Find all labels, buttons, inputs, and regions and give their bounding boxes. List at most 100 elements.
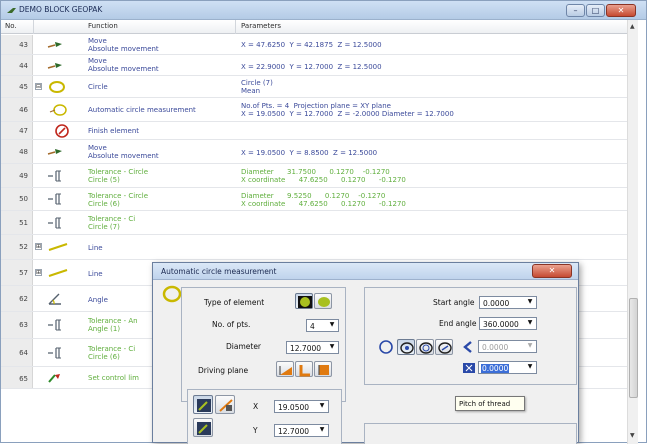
column-parameters[interactable]: Parameters <box>241 22 281 30</box>
expand-toggle[interactable]: ⊞ <box>35 268 42 276</box>
row-number: 52 <box>19 243 28 251</box>
line-icon <box>48 243 68 251</box>
table-row[interactable]: 43 Move Absolute movement X = 47.6250 Y =… <box>1 35 627 55</box>
row-number: 50 <box>19 195 28 203</box>
table-row[interactable]: 44 Move Absolute movement X = 22.9000 Y =… <box>1 55 627 76</box>
circle-mode-icon[interactable] <box>378 339 394 355</box>
row-number: 62 <box>19 295 28 303</box>
circle-outside-button[interactable] <box>416 339 434 355</box>
end-angle-label: End angle <box>439 319 477 328</box>
function-detail: Circle (5) <box>88 176 120 184</box>
scroll-up-icon[interactable]: ▲ <box>630 23 635 30</box>
angle-icon <box>48 293 61 305</box>
chevron-down-icon: ▼ <box>527 342 533 349</box>
app-icon <box>7 8 16 13</box>
function-name: Tolerance - Circle <box>88 168 149 176</box>
close-button[interactable]: ✕ <box>606 4 636 17</box>
minimize-button[interactable]: – <box>566 4 585 17</box>
row-number: 51 <box>19 219 28 227</box>
x-label: X <box>253 402 259 411</box>
circle-inside-button[interactable] <box>397 339 415 355</box>
parameters-detail: X coordinate 47.6250 0.1270 -0.1270 <box>241 200 406 208</box>
pitch-select[interactable]: 0.0000 ▼ <box>478 361 537 374</box>
thread-icon <box>463 341 472 353</box>
row-number: 65 <box>19 375 28 383</box>
tolerance-icon <box>48 170 61 182</box>
function-name: Set control lim <box>88 374 139 382</box>
function-name: Move <box>88 37 107 45</box>
tolerance-icon <box>48 319 61 331</box>
table-row[interactable]: 50 Tolerance - Circle Circle (6) Diameter… <box>1 188 627 211</box>
circle-measurement-dialog: Automatic circle measurement ✕ Type of e… <box>152 262 579 444</box>
table-row[interactable]: 47 Finish element <box>1 122 627 140</box>
control-limit-icon <box>48 374 60 383</box>
function-detail: Angle (1) <box>88 325 121 333</box>
table-row[interactable]: 45 ⊟ Circle Circle (7) Mean <box>1 76 627 98</box>
function-name: Tolerance - Ci <box>88 345 136 353</box>
bottom-right-group <box>364 423 577 444</box>
x-coordinate-select[interactable]: 19.0500 ▼ <box>274 400 329 413</box>
chevron-down-icon: ▼ <box>527 363 533 370</box>
table-row[interactable]: 49 Tolerance - Circle Circle (5) Diameter… <box>1 164 627 188</box>
function-detail: Absolute movement <box>88 152 159 160</box>
start-angle-select[interactable]: 0.0000 ▼ <box>479 296 537 309</box>
function-name: Tolerance - Ci <box>88 215 136 223</box>
dialog-close-button[interactable]: ✕ <box>532 264 572 278</box>
dialog-title-bar[interactable]: Automatic circle measurement ✕ <box>153 263 578 280</box>
function-name: Line <box>88 270 103 278</box>
coordinate-mode-button[interactable] <box>193 395 213 414</box>
plane-zx-button[interactable] <box>314 361 332 377</box>
parameters: X = 22.9000 Y = 12.7000 Z = 12.5000 <box>241 63 382 71</box>
plane-yz-button[interactable] <box>295 361 313 377</box>
chevron-down-icon: ▼ <box>319 402 325 409</box>
scrollbar-thumb[interactable] <box>629 298 638 398</box>
parameters: Circle (7) <box>241 79 273 87</box>
no-of-pts-select[interactable]: 4 ▼ <box>306 319 339 332</box>
vertical-scrollbar[interactable]: ▲ ▼ <box>627 20 638 444</box>
column-no[interactable]: No. <box>5 22 17 30</box>
row-number: 49 <box>19 172 28 180</box>
row-number: 47 <box>19 127 28 135</box>
element-circle-button[interactable] <box>295 293 313 309</box>
row-number: 64 <box>19 349 28 357</box>
table-row[interactable]: 46 Automatic circle measurement No.of Pt… <box>1 98 627 122</box>
coordinate-pick-button[interactable] <box>215 395 235 414</box>
function-detail: Circle (7) <box>88 223 120 231</box>
circle-measure-icon <box>49 104 67 116</box>
row-number: 45 <box>19 83 28 91</box>
row-number: 46 <box>19 106 28 114</box>
row-number: 57 <box>19 269 28 277</box>
table-row[interactable]: 52 ⊞ Line <box>1 235 627 260</box>
parameters-detail: X = 19.0500 Y = 12.7000 Z = -2.0000 Diam… <box>241 110 454 118</box>
plane-xy-button[interactable] <box>276 361 294 377</box>
title-bar[interactable]: DEMO BLOCK GEOPAK – □ ✕ <box>1 1 646 20</box>
parameters-detail: Mean <box>241 87 261 95</box>
diameter-select[interactable]: 12.7000 ▼ <box>286 341 339 354</box>
chevron-down-icon: ▼ <box>329 321 335 328</box>
expand-toggle[interactable]: ⊟ <box>35 82 42 90</box>
circle-thread-button[interactable] <box>435 339 453 355</box>
angle-settings-group: Start angle 0.0000 ▼ End angle 360.0000 ▼ … <box>364 287 577 385</box>
function-name: Move <box>88 144 107 152</box>
minimize-icon: – <box>573 6 578 15</box>
no-of-pts-label: No. of pts. <box>212 320 251 329</box>
column-function[interactable]: Function <box>88 22 118 30</box>
expand-toggle[interactable]: ⊞ <box>35 243 42 250</box>
tolerance-icon <box>48 347 61 359</box>
coordinate-mode-button-2[interactable] <box>193 418 213 437</box>
function-name: Tolerance - An <box>88 317 138 325</box>
pitch-icon <box>463 363 475 373</box>
line-icon <box>48 269 68 277</box>
type-of-element-label: Type of element <box>204 298 265 307</box>
element-disc-button[interactable] <box>314 293 332 309</box>
pitch-tooltip: Pitch of thread <box>455 396 525 411</box>
row-number: 44 <box>19 62 28 70</box>
table-row[interactable]: 51 Tolerance - Ci Circle (7) <box>1 211 627 235</box>
y-coordinate-select[interactable]: 12.7000 ▼ <box>274 424 329 437</box>
element-settings-group: Type of element No. of pts. 4 ▼ Diameter … <box>181 287 346 402</box>
end-angle-select[interactable]: 360.0000 ▼ <box>479 317 537 330</box>
function-name: Finish element <box>88 127 140 135</box>
scroll-down-icon[interactable]: ▼ <box>630 432 635 439</box>
maximize-button[interactable]: □ <box>586 4 605 17</box>
table-row[interactable]: 48 Move Absolute movement X = 19.0500 Y =… <box>1 140 627 164</box>
